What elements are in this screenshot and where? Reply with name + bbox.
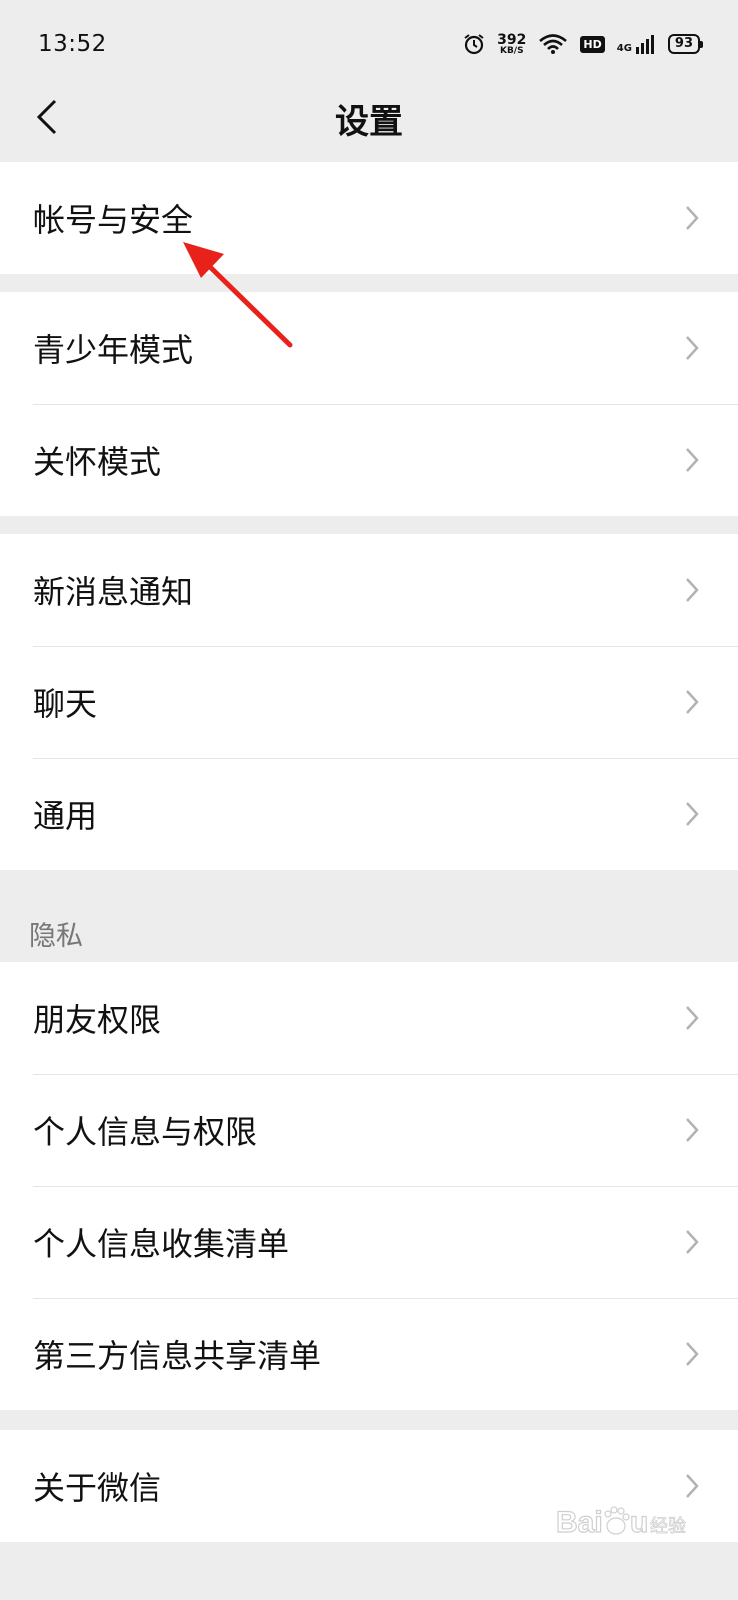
menu-item-friend-permissions[interactable]: 朋友权限 [0,962,738,1074]
chevron-right-icon [686,1474,699,1498]
chevron-right-icon [686,448,699,472]
annotation-arrow [183,242,293,348]
menu-item-label: 朋友权限 [33,1001,162,1039]
chevron-right-icon [686,1118,699,1142]
menu-item-chat[interactable]: 聊天 [0,646,738,758]
menu-item-third-party-sharing-list[interactable]: 第三方信息共享清单 [0,1298,738,1410]
chevron-right-icon [686,1230,699,1254]
menu-item-label: 新消息通知 [33,573,194,611]
menu-item-notifications[interactable]: 新消息通知 [0,534,738,646]
svg-text:u: u [630,1506,648,1539]
menu-item-label: 个人信息与权限 [33,1113,258,1151]
svg-text:Bai: Bai [556,1506,603,1539]
menu-item-general[interactable]: 通用 [0,758,738,870]
menu-item-label: 第三方信息共享清单 [33,1337,322,1375]
chevron-right-icon [686,690,699,714]
chevron-right-icon [686,1006,699,1030]
section-header-privacy: 隐私 [29,921,83,952]
menu-item-care-mode[interactable]: 关怀模式 [0,404,738,516]
menu-item-label: 个人信息收集清单 [33,1225,290,1263]
chevron-right-icon [686,1342,699,1366]
settings-group-general: 新消息通知 聊天 通用 [0,534,738,870]
menu-item-label: 聊天 [33,685,98,723]
menu-item-label: 关于微信 [33,1469,162,1507]
menu-item-label: 关怀模式 [33,443,162,481]
menu-item-label: 通用 [33,797,98,835]
menu-item-personal-info-collection-list[interactable]: 个人信息收集清单 [0,1186,738,1298]
baidu-watermark-logo: Bai u 经验 [556,1505,686,1539]
chevron-right-icon [686,578,699,602]
settings-group-privacy: 朋友权限 个人信息与权限 个人信息收集清单 第三方信息共享清单 [0,962,738,1410]
menu-item-personal-info-permissions[interactable]: 个人信息与权限 [0,1074,738,1186]
chevron-right-icon [686,802,699,826]
svg-text:经验: 经验 [650,1516,686,1537]
